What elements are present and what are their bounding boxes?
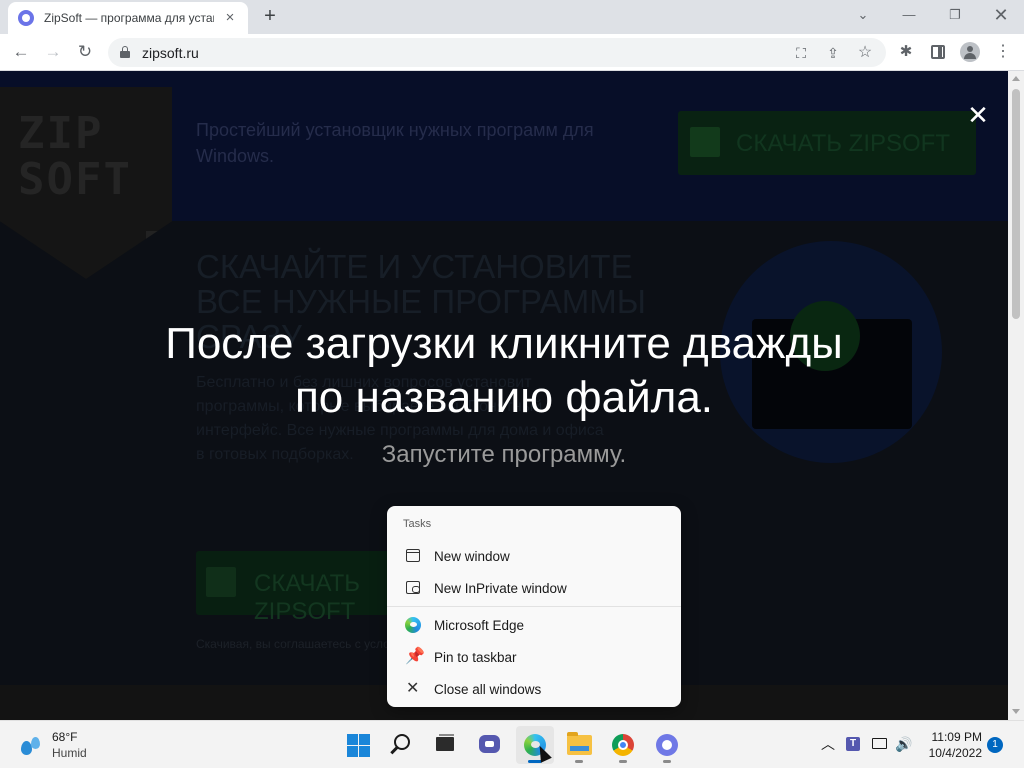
weather-condition[interactable]: Humid: [52, 746, 87, 760]
browser-tab-zipsoft[interactable]: ZipSoft — программа для установки ×: [8, 2, 248, 34]
tab-search-button[interactable]: ⌄: [840, 0, 886, 30]
running-indicator: [619, 760, 627, 763]
jump-list-divider: [387, 606, 681, 607]
new-tab-button[interactable]: +: [258, 6, 282, 28]
maximize-button[interactable]: ❐: [932, 0, 978, 30]
side-panel-icon[interactable]: [925, 39, 951, 65]
scrollbar-thumb[interactable]: [1012, 89, 1020, 319]
search-icon: [394, 734, 410, 750]
bookmark-star-icon[interactable]: ☆: [854, 42, 876, 64]
jump-list-label: Close all windows: [434, 681, 542, 697]
close-icon: ✕: [406, 680, 420, 697]
weather-temperature[interactable]: 68°F: [52, 730, 77, 744]
pin-icon: 📌: [405, 648, 425, 665]
notification-count-badge[interactable]: 1: [987, 737, 1003, 753]
overlay-headline: После загрузки кликните дважды по назван…: [165, 319, 843, 422]
tab-title: ZipSoft — программа для установки: [44, 11, 214, 25]
jump-list-label: Microsoft Edge: [434, 617, 525, 633]
scroll-up-icon[interactable]: [1012, 76, 1020, 81]
search-button[interactable]: [384, 726, 422, 764]
chrome-icon: [612, 734, 634, 756]
overlay-close-icon[interactable]: ✕: [964, 101, 992, 129]
browser-tab-strip: ZipSoft — программа для установки × + ⌄ …: [0, 0, 1024, 34]
jump-list-pin-to-taskbar[interactable]: 📌 Pin to taskbar: [391, 641, 677, 673]
forward-button[interactable]: →: [39, 38, 67, 66]
chat-icon: [479, 735, 500, 753]
running-indicator: [663, 760, 671, 763]
close-window-button[interactable]: ✕: [978, 0, 1024, 30]
taskbar-file-explorer[interactable]: [560, 726, 598, 764]
overlay-subline: Запустите программу.: [381, 441, 627, 468]
zipsoft-favicon-icon: [18, 10, 34, 26]
browser-toolbar: ← → ↻ zipsoft.ru ⛶ ⇪ ☆ ✱ ⋮: [0, 34, 1024, 71]
taskbar-zipsoft[interactable]: [648, 726, 686, 764]
windows-taskbar: 68°F Humid ︿ T 🔊 11:09 PM 10/4/2022 1: [0, 720, 1024, 768]
jump-list-label: New InPrivate window: [434, 580, 567, 596]
jump-list-microsoft-edge[interactable]: Microsoft Edge: [391, 609, 677, 641]
show-hidden-icons-chevron-icon[interactable]: ︿: [817, 733, 839, 755]
screen: ZipSoft — программа для установки × + ⌄ …: [0, 0, 1024, 768]
share-icon[interactable]: ⇪: [822, 42, 844, 64]
clock-time[interactable]: 11:09 PM: [918, 730, 982, 744]
edge-icon: [403, 615, 423, 635]
scroll-down-icon[interactable]: [1012, 709, 1020, 714]
edge-jump-list: Tasks New window New InPrivate window Mi…: [387, 506, 681, 707]
weather-humid-icon[interactable]: [20, 735, 42, 757]
back-button[interactable]: ←: [7, 38, 35, 66]
jump-list-heading: Tasks: [403, 518, 432, 530]
profile-avatar-icon[interactable]: [957, 39, 983, 65]
taskbar-google-chrome[interactable]: [604, 726, 642, 764]
window-icon: [403, 546, 423, 566]
jump-list-label: Pin to taskbar: [434, 649, 517, 665]
vertical-scrollbar[interactable]: [1008, 71, 1024, 720]
task-view-button[interactable]: [426, 726, 464, 764]
jump-list-label: New window: [434, 548, 510, 564]
windows-start-icon: [347, 734, 370, 757]
extensions-icon[interactable]: ✱: [893, 39, 919, 65]
jump-list-new-window[interactable]: New window: [391, 540, 677, 572]
volume-icon[interactable]: 🔊: [893, 733, 915, 755]
running-indicator: [575, 760, 583, 763]
jump-list-new-inprivate-window[interactable]: New InPrivate window: [391, 572, 677, 604]
zipsoft-icon: [656, 734, 678, 756]
teams-chat-button[interactable]: [470, 726, 508, 764]
clock-date[interactable]: 10/4/2022: [918, 746, 982, 760]
translate-icon[interactable]: ⛶: [790, 42, 812, 64]
task-view-icon: [436, 734, 454, 751]
display-icon[interactable]: [869, 733, 891, 755]
browser-menu-icon[interactable]: ⋮: [990, 39, 1016, 65]
start-button[interactable]: [339, 726, 377, 764]
minimize-button[interactable]: —: [886, 0, 932, 30]
reload-button[interactable]: ↻: [71, 38, 99, 66]
url-text[interactable]: zipsoft.ru: [142, 45, 199, 61]
address-bar[interactable]: zipsoft.ru ⛶ ⇪ ☆: [108, 38, 886, 67]
tab-close-icon[interactable]: ×: [222, 10, 238, 26]
jump-list-close-all-windows[interactable]: ✕ Close all windows: [391, 673, 677, 705]
inprivate-window-icon: [403, 578, 423, 598]
lock-icon[interactable]: [120, 46, 130, 58]
teams-tray-icon[interactable]: T: [843, 733, 865, 755]
folder-icon: [567, 732, 592, 755]
